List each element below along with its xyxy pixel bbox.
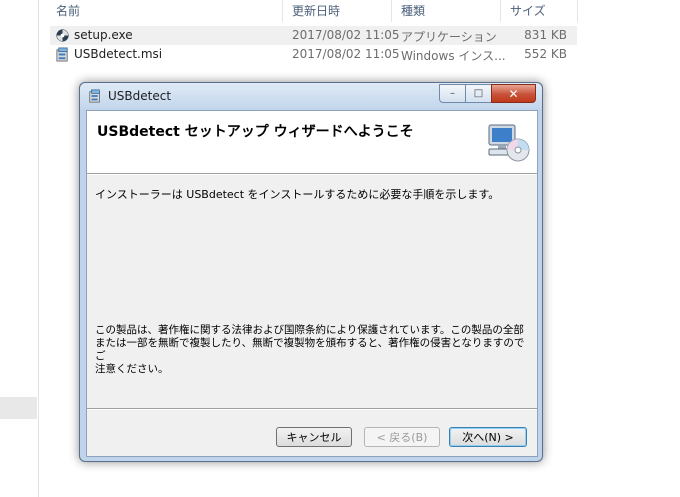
setup-exe-icon bbox=[56, 29, 69, 42]
file-type: アプリケーション bbox=[401, 30, 497, 44]
wizard-client-area: USBdetect セットアップ ウィザードへようこそ インストーラーは USB… bbox=[86, 110, 538, 457]
installer-app-icon bbox=[89, 89, 100, 103]
file-row[interactable]: USBdetect.msi 2017/08/02 11:05 Windows イ… bbox=[50, 45, 577, 64]
column-divider[interactable] bbox=[282, 0, 283, 22]
cancel-button[interactable]: キャンセル bbox=[276, 427, 352, 447]
next-button[interactable]: 次へ(N) > bbox=[449, 427, 527, 447]
title-bar[interactable]: USBdetect – □ ✕ bbox=[80, 83, 542, 109]
column-divider[interactable] bbox=[500, 0, 501, 22]
navigation-pane bbox=[0, 0, 39, 497]
column-header-size[interactable]: サイズ bbox=[510, 2, 546, 19]
column-divider[interactable] bbox=[391, 0, 392, 22]
back-button[interactable]: < 戻る(B) bbox=[364, 427, 440, 447]
file-date: 2017/08/02 11:05 bbox=[292, 28, 400, 42]
column-header-type[interactable]: 種類 bbox=[401, 2, 425, 19]
installer-window: USBdetect – □ ✕ USBdetect セットアップ ウィザードへよ… bbox=[79, 82, 543, 462]
file-date: 2017/08/02 11:05 bbox=[292, 47, 400, 61]
file-size: 552 KB bbox=[524, 47, 567, 61]
file-name: USBdetect.msi bbox=[74, 47, 163, 61]
wizard-intro-text: インストーラーは USBdetect をインストールするために必要な手順を示しま… bbox=[95, 188, 500, 201]
next-button-label: 次へ(N) > bbox=[462, 431, 514, 444]
caption-buttons: – □ ✕ bbox=[439, 84, 536, 103]
file-name: setup.exe bbox=[74, 28, 133, 42]
navigation-pane-item[interactable] bbox=[0, 397, 37, 419]
column-header-row: 名前 更新日時 種類 サイズ bbox=[38, 0, 680, 22]
close-button[interactable]: ✕ bbox=[491, 84, 536, 103]
minimize-icon: – bbox=[450, 88, 455, 99]
column-divider[interactable] bbox=[577, 0, 578, 22]
button-area-divider bbox=[87, 408, 537, 410]
wizard-heading: USBdetect セットアップ ウィザードへようこそ bbox=[97, 124, 414, 140]
file-size: 831 KB bbox=[524, 28, 567, 42]
window-title: USBdetect bbox=[108, 89, 172, 103]
maximize-button[interactable]: □ bbox=[465, 84, 492, 103]
column-header-name[interactable]: 名前 bbox=[56, 2, 80, 19]
file-type: Windows インス... bbox=[401, 49, 506, 63]
wizard-banner: USBdetect セットアップ ウィザードへようこそ bbox=[87, 111, 537, 174]
column-header-date[interactable]: 更新日時 bbox=[292, 2, 340, 19]
maximize-icon: □ bbox=[473, 88, 484, 99]
banner-divider bbox=[87, 174, 537, 175]
minimize-button[interactable]: – bbox=[439, 84, 466, 103]
back-button-label: < 戻る(B) bbox=[376, 431, 428, 444]
msi-package-icon bbox=[56, 47, 68, 62]
close-icon: ✕ bbox=[508, 86, 519, 101]
cancel-button-label: キャンセル bbox=[286, 431, 342, 444]
computer-cd-icon bbox=[488, 124, 530, 162]
copyright-notice: この製品は、著作権に関する法律および国際条約により保護されています。この製品の全… bbox=[95, 324, 525, 375]
file-row[interactable]: setup.exe 2017/08/02 11:05 アプリケーション 831 … bbox=[50, 26, 577, 45]
